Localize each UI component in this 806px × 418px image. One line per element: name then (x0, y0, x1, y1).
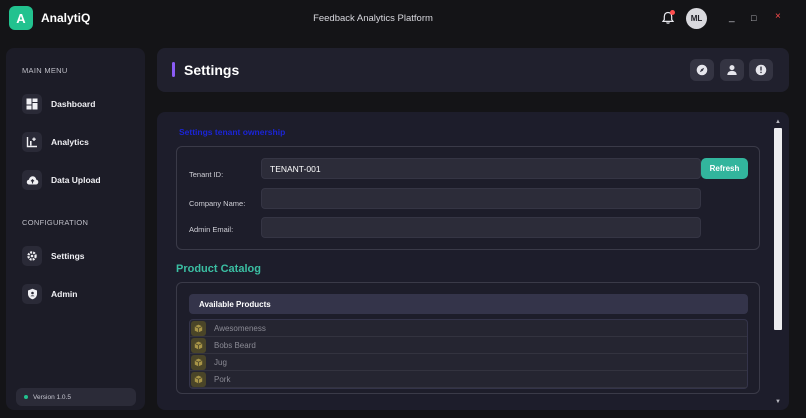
catalog-title: Product Catalog (176, 263, 261, 275)
window-title: Feedback Analytics Platform (313, 13, 433, 24)
product-list[interactable]: Awesomeness Bobs Beard Jug Pork (189, 319, 748, 389)
list-item[interactable]: Pork (190, 371, 747, 388)
configuration-heading: CONFIGURATION (22, 218, 89, 227)
list-item[interactable]: Bobs Beard (190, 337, 747, 354)
settings-content: Settings tenant ownership Tenant ID: Ref… (157, 112, 789, 410)
sidebar-item-analytics[interactable]: Analytics (22, 129, 138, 155)
sidebar-item-label: Data Upload (51, 175, 101, 185)
list-item[interactable]: Awesomeness (190, 320, 747, 337)
scrollbar-thumb[interactable] (774, 128, 782, 330)
box-icon (191, 371, 206, 387)
sidebar-item-dashboard[interactable]: Dashboard (22, 91, 138, 117)
sidebar-item-settings[interactable]: Settings (22, 243, 138, 269)
tenant-form: Tenant ID: Refresh Company Name: Admin E… (176, 146, 760, 250)
minimize-button[interactable]: _ (729, 12, 735, 23)
avatar[interactable]: ML (686, 8, 707, 29)
admin-email-label: Admin Email: (189, 225, 234, 234)
tenant-id-input[interactable] (261, 158, 701, 179)
box-icon (191, 320, 206, 336)
title-bar: A AnalytiQ Feedback Analytics Platform M… (0, 0, 806, 36)
box-icon (191, 354, 206, 370)
compass-button[interactable] (690, 59, 714, 81)
refresh-button[interactable]: Refresh (701, 158, 748, 179)
sidebar-item-label: Settings (51, 251, 85, 261)
maximize-button[interactable]: □ (751, 13, 756, 23)
gear-icon (22, 246, 42, 266)
page-header: Settings (157, 48, 789, 92)
box-icon (191, 337, 206, 353)
tenant-section-title: Settings tenant ownership (179, 127, 286, 137)
cloud-upload-icon (22, 170, 42, 190)
product-name: Jug (214, 357, 227, 367)
sidebar-item-label: Analytics (51, 137, 89, 147)
status-dot (24, 395, 28, 399)
scroll-up-arrow[interactable]: ▲ (774, 118, 782, 126)
sidebar-item-label: Dashboard (51, 99, 96, 109)
sidebar-item-label: Admin (51, 289, 78, 299)
main-menu-heading: MAIN MENU (22, 66, 68, 75)
scrollbar[interactable]: ▲ ▼ (774, 118, 782, 406)
info-button[interactable] (749, 59, 773, 81)
company-name-input[interactable] (261, 188, 701, 209)
list-item[interactable]: Jug (190, 354, 747, 371)
sidebar-item-data-upload[interactable]: Data Upload (22, 167, 138, 193)
analytics-icon (22, 132, 42, 152)
company-name-label: Company Name: (189, 199, 246, 208)
tenant-id-label: Tenant ID: (189, 170, 224, 179)
sidebar: MAIN MENU Dashboard Analytics Data Uploa… (6, 48, 145, 410)
page-title: Settings (184, 62, 240, 78)
product-name: Bobs Beard (214, 340, 256, 350)
profile-button[interactable] (720, 59, 744, 81)
close-button[interactable]: × (775, 11, 781, 22)
notification-dot (670, 10, 675, 15)
catalog-header: Available Products (189, 294, 748, 314)
product-name: Awesomeness (214, 323, 266, 333)
dashboard-icon (22, 94, 42, 114)
info-icon (755, 64, 767, 76)
scroll-down-arrow[interactable]: ▼ (774, 398, 782, 406)
product-catalog: Available Products Awesomeness Bobs Bear… (176, 282, 760, 394)
sidebar-item-admin[interactable]: Admin (22, 281, 138, 307)
product-name: Pork (214, 374, 231, 384)
header-accent-bar (172, 62, 175, 77)
user-icon (727, 65, 737, 75)
version-label: Version 1.0.5 (33, 393, 71, 401)
compass-icon (696, 64, 708, 76)
admin-email-input[interactable] (261, 217, 701, 238)
version-badge: Version 1.0.5 (16, 388, 136, 406)
shield-icon (22, 284, 42, 304)
